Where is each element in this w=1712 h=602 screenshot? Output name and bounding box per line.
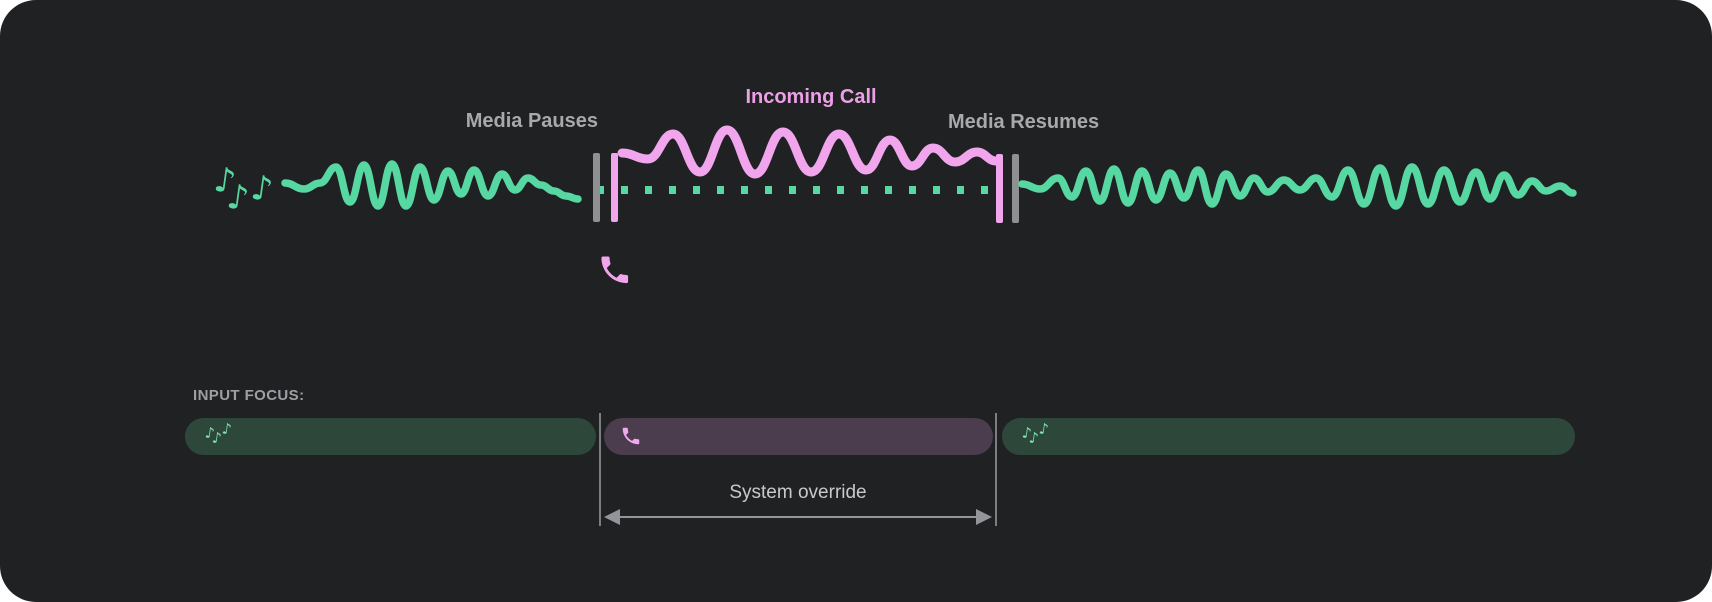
override-guide-line-left — [599, 413, 601, 526]
dark-panel: ♪ ♪ ♪ Media Pauses Incoming Call Media R… — [0, 0, 1712, 602]
media-resumes-label: Media Resumes — [948, 111, 1099, 134]
media-wave-after — [1022, 167, 1573, 206]
phone-icon — [601, 256, 628, 283]
arrow-left-head — [604, 509, 620, 525]
incoming-call-wave — [622, 130, 996, 174]
input-focus-heading: INPUT FOCUS: — [193, 387, 304, 404]
audio-focus-diagram: ♪ ♪ ♪ Media Pauses Incoming Call Media R… — [0, 0, 1712, 602]
music-notes-icon: ♪ ♪ ♪ — [202, 158, 282, 228]
note-icon: ♪ — [225, 180, 251, 217]
system-override-arrow — [604, 509, 992, 525]
pause-marker-gray-bar — [593, 153, 600, 222]
media-wave-before — [285, 164, 578, 206]
pause-marker-pink-bar — [611, 153, 618, 222]
note-icon: ♪ — [221, 421, 233, 437]
incoming-call-label: Incoming Call — [691, 86, 931, 109]
override-guide-line-right — [995, 413, 997, 526]
note-icon: ♪ — [249, 171, 275, 208]
focus-segment-media-after: ♪ ♪ ♪ — [1002, 418, 1575, 455]
music-notes-icon: ♪ ♪ ♪ — [201, 418, 241, 455]
media-pauses-label: Media Pauses — [400, 110, 598, 133]
focus-segment-media-before: ♪ ♪ ♪ — [185, 418, 596, 455]
music-notes-icon: ♪ ♪ ♪ — [1018, 418, 1058, 455]
note-icon: ♪ — [1038, 421, 1050, 437]
focus-segment-call — [604, 418, 993, 455]
resume-marker-pink-bar — [996, 154, 1003, 223]
system-override-label: System override — [678, 482, 918, 504]
phone-icon — [620, 425, 642, 447]
arrow-right-head — [976, 509, 992, 525]
resume-marker-gray-bar — [1012, 154, 1019, 223]
